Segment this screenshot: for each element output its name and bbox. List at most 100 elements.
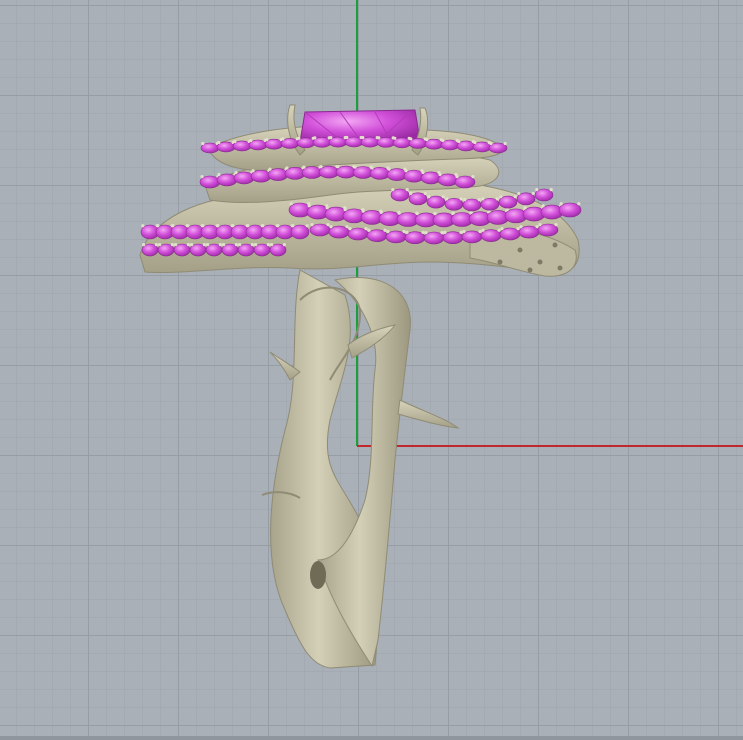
gem-prong [325,206,329,210]
gem-prong [329,135,333,140]
gem-prong [402,229,406,234]
gem-prong [393,136,397,140]
gem-prong [535,225,539,229]
gem-prong [282,243,286,247]
gem-prong [186,224,190,228]
gem-prong [554,223,558,227]
gem-prong [154,243,158,247]
gem-prong [222,243,226,247]
gem-prong [336,165,340,169]
gem-prong [266,243,270,247]
viewport-bottom-edge [0,736,743,740]
gem-prong [217,140,221,145]
gem-prong [171,224,175,228]
gem-prong [268,167,272,171]
gem-prong [405,230,409,234]
gem-prong [516,227,520,231]
gem-prong [319,165,323,169]
gem-prong [538,223,542,227]
gem-prong [307,204,311,208]
gem-prong [391,188,395,192]
gem-prong [541,204,545,208]
gem-prong [329,225,333,229]
gem-prong [443,230,447,234]
gem-prong [473,140,477,145]
gem-prong [404,169,408,173]
ring-model[interactable] [0,0,743,740]
gem-prong [361,135,365,140]
gem-prong [218,243,222,247]
gem-prong [438,172,442,177]
gem-prong [364,227,368,231]
gem-prong [451,211,455,215]
petal-hole [552,242,558,248]
gem-prong [427,195,431,199]
gem-prong [170,243,174,247]
gem-prong [489,141,493,146]
3d-viewport[interactable] [0,0,743,740]
gem-prong [156,224,160,228]
gem-prong [377,136,381,140]
gem-prong [425,138,429,142]
gem-prong [270,243,274,247]
pave-gem [558,202,582,218]
gem-prong [201,224,205,228]
gem-prong [387,167,391,171]
gem-prong [174,243,178,247]
gem-prong [206,243,210,247]
gem-prong [276,224,280,228]
gem-prong [190,243,194,247]
gem-prong [234,170,238,175]
petal-hole [497,259,503,265]
gem-prong [505,207,509,212]
gem-prong [513,195,517,199]
ring-shank [261,269,460,669]
gem-prong [415,212,419,216]
gem-prong [261,224,265,228]
pave-gem [290,224,310,240]
gem-prong [379,210,383,214]
gem-prong [297,136,301,140]
gem-prong [397,211,401,215]
gem-prong [343,207,347,212]
gem-prong [424,231,428,235]
gem-prong [361,209,365,213]
gem-prong [421,230,425,234]
gem-prong [285,166,289,170]
gem-prong [249,138,253,143]
gem-prong [305,224,309,228]
gem-prong [370,166,374,170]
shank-opening [310,561,326,589]
gem-prong [441,195,445,199]
gem-prong [234,243,238,247]
gem-prong [250,243,254,247]
gem-prong [348,227,352,231]
gem-prong [231,224,235,228]
gem-prong [345,225,349,229]
gem-prong [481,228,485,232]
gem-prong [463,198,467,202]
gem-prong [251,169,255,173]
petal-hole [517,247,523,253]
gem-prong [549,188,553,192]
gem-prong [238,243,242,247]
gem-prong [254,243,258,247]
gem-prong [383,228,387,232]
gem-prong [459,197,463,201]
gem-prong [523,206,527,210]
gem-prong [158,243,162,247]
gem-prong [233,139,237,144]
gem-prong [499,195,503,199]
gem-prong [200,175,204,179]
gem-prong [201,141,205,146]
gem-prong [289,202,293,206]
gem-prong [445,197,449,201]
gem-prong [457,139,461,144]
gem-prong [495,197,499,201]
gem-prong [186,243,190,247]
gem-prong [246,224,250,228]
gem-prong [281,137,285,141]
gem-prong [216,224,220,228]
gem-prong [326,223,330,227]
thorn-right [397,399,460,429]
